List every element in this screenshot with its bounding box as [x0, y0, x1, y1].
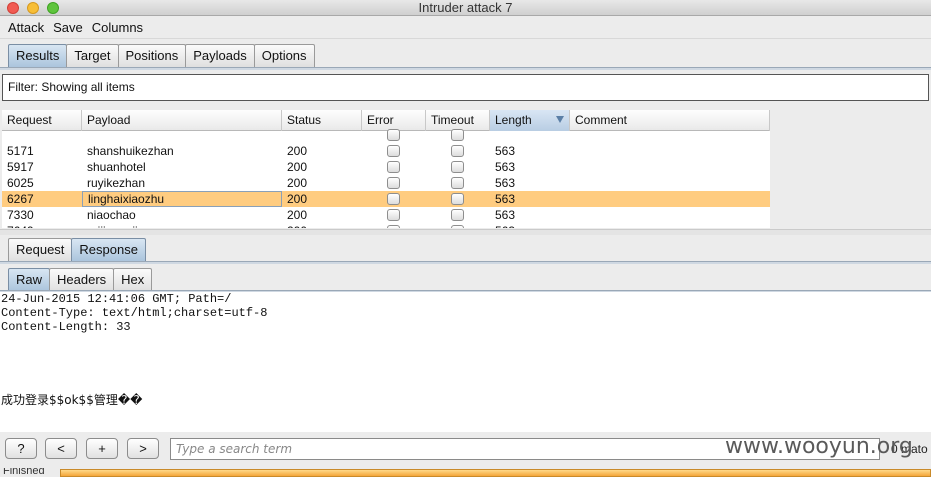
progress-bar: [60, 469, 931, 477]
table-row[interactable]: 6267 linghaixiaozhu 200 563: [2, 191, 770, 207]
timeout-checkbox: [451, 129, 464, 141]
menu-columns[interactable]: Columns: [92, 20, 143, 35]
cell-status: 200: [282, 223, 362, 228]
sort-descending-icon: [556, 116, 564, 123]
tab-headers[interactable]: Headers: [49, 268, 115, 292]
tab-positions[interactable]: Positions: [117, 44, 187, 68]
menu-save[interactable]: Save: [53, 20, 83, 35]
error-checkbox: [387, 161, 400, 173]
tab-options[interactable]: Options: [253, 44, 315, 68]
status-bar: Finished: [0, 468, 931, 477]
error-checkbox: [387, 225, 400, 228]
cell-payload: shuanhotel: [87, 160, 146, 174]
menu-attack[interactable]: Attack: [8, 20, 44, 35]
tab-raw[interactable]: Raw: [8, 268, 51, 292]
cell-request: 7330: [7, 208, 34, 222]
table-row[interactable]: 5917 shuanhotel 200 563: [2, 159, 770, 175]
table-row[interactable]: 5171 shanshuikezhan 200 563: [2, 143, 770, 159]
error-checkbox: [387, 177, 400, 189]
cell-request: 6267: [7, 192, 34, 206]
error-checkbox: [387, 209, 400, 221]
cell-payload: shanshuikezhan: [87, 144, 174, 158]
response-body-text: 成功登录$$ok$$管理��: [1, 393, 143, 407]
cell-status: 200: [287, 208, 308, 222]
tab-request[interactable]: Request: [8, 238, 73, 262]
window-title: Intruder attack 7: [418, 0, 513, 15]
cell-payload: ruijiaguoji: [82, 223, 282, 228]
cell-payload: niaochao: [87, 208, 136, 222]
main-tabs: Results Target Positions Payloads Option…: [8, 44, 315, 68]
timeout-checkbox: [451, 145, 464, 157]
response-line: Content-Length: 33: [1, 320, 131, 334]
cell-length: 563: [495, 192, 516, 206]
pane-splitter[interactable]: [0, 229, 931, 235]
response-viewer[interactable]: 24-Jun-2015 12:41:06 GMT; Path=/ Content…: [0, 292, 931, 432]
cell-length: 563: [495, 160, 516, 174]
error-checkbox: [387, 193, 400, 205]
table-row[interactable]: 6025 ruyikezhan 200 563: [2, 175, 770, 191]
tab-response[interactable]: Response: [71, 238, 146, 262]
help-button[interactable]: ?: [5, 438, 37, 459]
filter-bar[interactable]: Filter: Showing all items: [2, 74, 929, 101]
window-titlebar: Intruder attack 7: [0, 0, 931, 16]
cell-length: 563: [495, 144, 516, 158]
cell-request: 7649: [2, 223, 82, 228]
error-checkbox: [387, 129, 400, 141]
format-tabs: Raw Headers Hex: [8, 268, 153, 292]
timeout-checkbox: [451, 161, 464, 173]
watermark: www.wooyun.org: [725, 434, 913, 459]
response-line: 24-Jun-2015 12:41:06 GMT; Path=/: [1, 292, 232, 306]
timeout-checkbox: [451, 177, 464, 189]
cell-status: 200: [287, 144, 308, 158]
status-text: Finished: [3, 468, 45, 477]
cell-length: 563: [490, 223, 570, 228]
tab-target[interactable]: Target: [66, 44, 119, 68]
previous-match-button[interactable]: <: [45, 438, 77, 459]
maximize-window-icon[interactable]: [47, 2, 59, 14]
cell-status: 200: [287, 176, 308, 190]
cell-length: 563: [495, 208, 516, 222]
menu-bar: Attack Save Columns: [0, 17, 931, 39]
timeout-checkbox: [451, 225, 464, 228]
timeout-checkbox: [451, 209, 464, 221]
cell-request: 5171: [7, 144, 34, 158]
cell-payload: linghaixiaozhu: [82, 191, 282, 207]
close-window-icon[interactable]: [7, 2, 19, 14]
table-row[interactable]: 7330 niaochao 200 563: [2, 207, 770, 223]
viewer-tabs-divider: [0, 261, 931, 264]
table-row[interactable]: [2, 127, 770, 143]
cell-status: 200: [287, 160, 308, 174]
minimize-window-icon[interactable]: [27, 2, 39, 14]
cell-length: 563: [495, 176, 516, 190]
timeout-checkbox: [451, 193, 464, 205]
column-length-label: Length: [495, 113, 532, 127]
tab-results[interactable]: Results: [8, 44, 68, 68]
next-match-button[interactable]: >: [127, 438, 159, 459]
cell-request: 5917: [7, 160, 34, 174]
table-row[interactable]: 7649ruijiaguoji200 563: [2, 223, 770, 228]
cell-request: 6025: [7, 176, 34, 190]
response-line: Content-Type: text/html;charset=utf-8: [1, 306, 268, 320]
add-button[interactable]: +: [86, 438, 118, 459]
cell-payload: ruyikezhan: [87, 176, 146, 190]
tab-hex[interactable]: Hex: [113, 268, 153, 292]
cell-status: 200: [287, 192, 308, 206]
table-empty-area: [770, 110, 931, 228]
results-table: Request Payload Status Error Timeout Len…: [2, 110, 770, 228]
tab-payloads[interactable]: Payloads: [185, 44, 255, 68]
error-checkbox: [387, 145, 400, 157]
main-tabs-divider: [0, 67, 931, 70]
viewer-tabs: Request Response: [8, 238, 146, 262]
